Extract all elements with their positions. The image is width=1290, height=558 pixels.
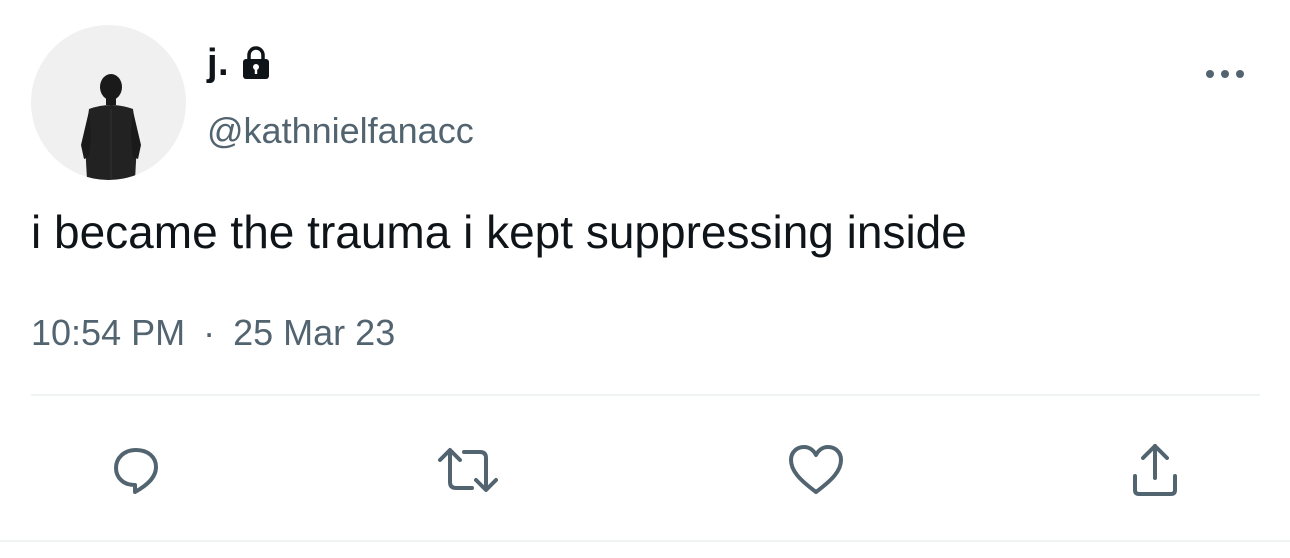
display-name[interactable]: j.: [207, 42, 229, 85]
retweet-icon: [438, 448, 498, 492]
like-button[interactable]: [784, 438, 848, 502]
reply-button[interactable]: [104, 438, 168, 502]
share-icon: [1133, 444, 1177, 496]
tweet-time[interactable]: 10:54 PM: [31, 312, 185, 353]
tweet-text: i became the trauma i kept suppressing i…: [31, 206, 967, 258]
divider: [31, 394, 1260, 396]
name-row: j.: [207, 38, 271, 88]
avatar[interactable]: [31, 25, 186, 180]
bottom-divider: [0, 540, 1290, 542]
tweet-date[interactable]: 25 Mar 23: [233, 312, 395, 353]
more-options-icon[interactable]: [1200, 64, 1250, 84]
meta-separator: ·: [203, 312, 216, 353]
retweet-button[interactable]: [436, 438, 500, 502]
action-bar: [0, 430, 1290, 510]
handle[interactable]: @kathnielfanacc: [207, 110, 474, 152]
share-button[interactable]: [1123, 438, 1187, 502]
heart-icon: [789, 445, 843, 494]
reply-icon: [114, 448, 158, 494]
tweet-meta: 10:54 PM · 25 Mar 23: [31, 312, 395, 354]
lock-icon: [241, 45, 271, 81]
person-silhouette-icon: [81, 74, 141, 180]
